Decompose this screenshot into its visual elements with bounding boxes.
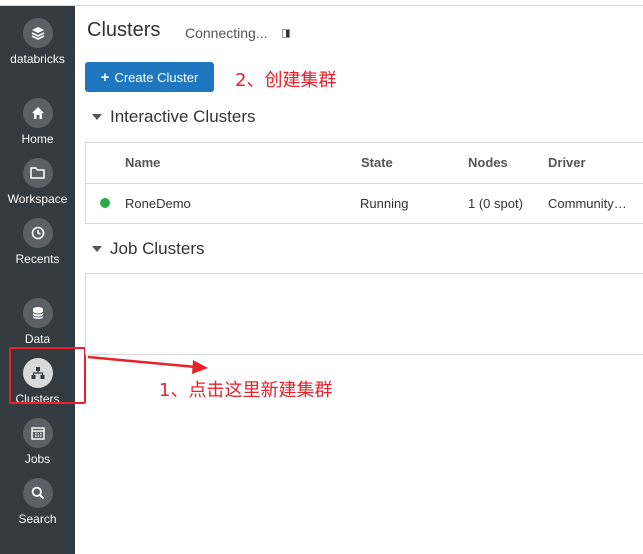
annotation-arrow (87, 355, 208, 374)
annotation-step1: 1、点击这里新建集群 (159, 380, 333, 401)
